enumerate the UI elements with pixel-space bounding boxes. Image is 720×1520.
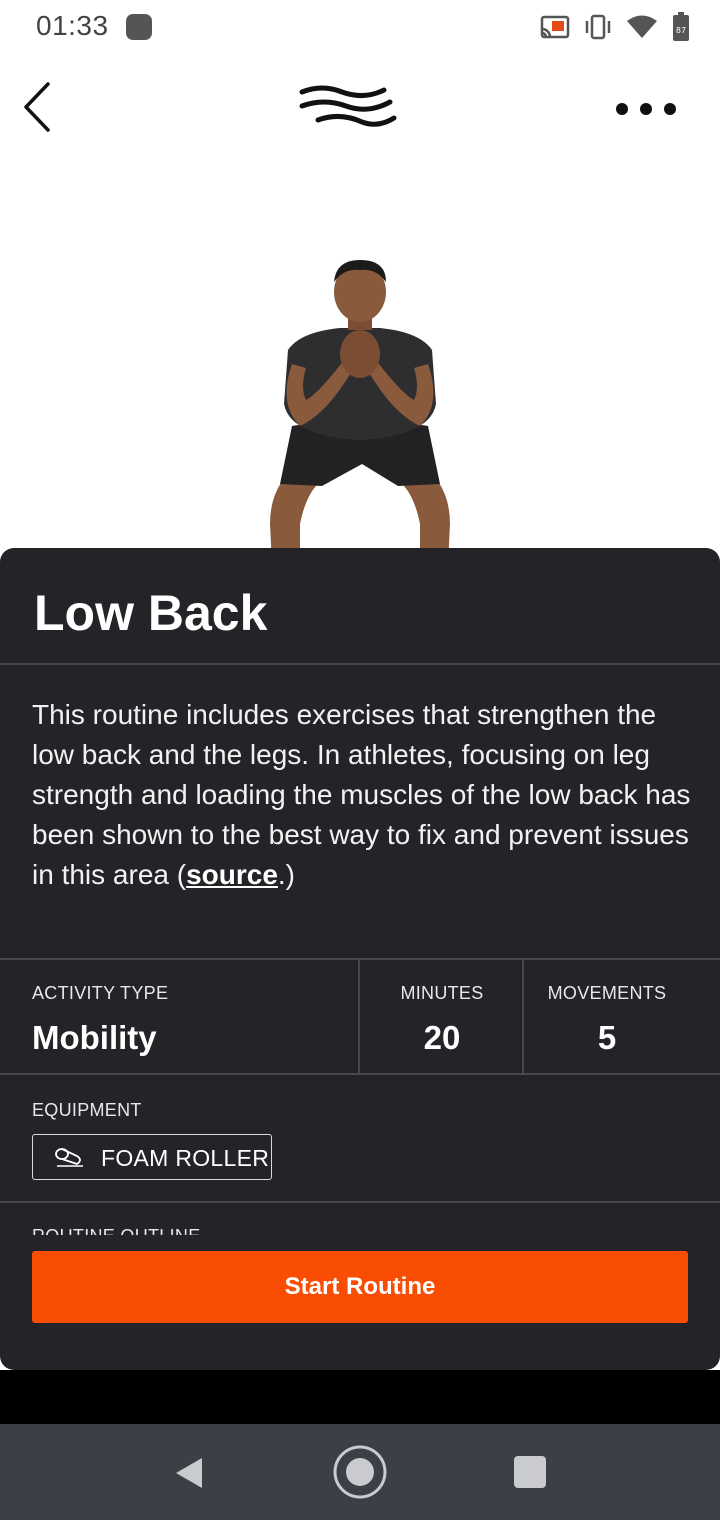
brand-waves-logo	[299, 85, 397, 127]
routine-outline-label: ROUTINE OUTLINE	[32, 1223, 201, 1235]
minutes-value: 20	[423, 1019, 461, 1056]
minutes-stat: MINUTES 20	[360, 959, 524, 1073]
equipment-chip-foam-roller[interactable]: FOAM ROLLER	[32, 1134, 272, 1180]
battery-icon: 87	[673, 12, 689, 41]
system-nav-bar	[0, 1424, 720, 1520]
movements-label: MOVEMENTS	[547, 983, 667, 1003]
status-icons: 87	[540, 12, 690, 42]
movements-stat: MOVEMENTS 5	[525, 959, 689, 1073]
battery-level: 87	[676, 26, 686, 35]
description-text: This routine includes exercises that str…	[32, 699, 691, 890]
description-end: .)	[277, 859, 296, 890]
divider	[0, 663, 720, 665]
activity-type-label: ACTIVITY TYPE	[32, 983, 169, 1003]
wifi-icon	[627, 15, 657, 38]
source-link[interactable]: source	[186, 859, 278, 890]
top-app-bar	[0, 54, 720, 164]
athlete-squat-illustration	[270, 260, 450, 564]
routine-stats: ACTIVITY TYPE Mobility MINUTES 20 MOVEME…	[0, 959, 720, 1073]
nav-recents-icon[interactable]	[514, 1456, 546, 1488]
status-bar: 01:33 87	[0, 0, 720, 54]
equipment-chip-label: FOAM ROLLER	[101, 1145, 270, 1171]
divider	[0, 1073, 720, 1075]
divider	[522, 959, 524, 1073]
routine-title: Low Back	[34, 585, 268, 641]
routine-details-sheet: Low Back This routine includes exercises…	[0, 548, 720, 1370]
nav-back-icon[interactable]	[172, 1456, 206, 1490]
vibrate-icon	[585, 14, 611, 40]
divider	[0, 1201, 720, 1203]
routine-description: This routine includes exercises that str…	[32, 695, 692, 895]
activity-type-value: Mobility	[32, 1019, 157, 1056]
equipment-label: EQUIPMENT	[32, 1100, 142, 1120]
nav-home-icon[interactable]	[332, 1444, 388, 1500]
exercise-preview-image	[0, 164, 720, 564]
start-routine-button[interactable]: Start Routine	[32, 1251, 688, 1323]
notification-icon	[126, 14, 152, 40]
cast-icon	[540, 15, 570, 39]
minutes-label: MINUTES	[400, 983, 484, 1003]
more-options-button[interactable]	[616, 98, 676, 120]
status-time: 01:33	[36, 10, 109, 41]
divider	[358, 959, 360, 1073]
chevron-left-icon[interactable]	[18, 78, 58, 136]
movements-value: 5	[597, 1019, 617, 1056]
bottom-spacer	[0, 1370, 720, 1424]
activity-type-stat: ACTIVITY TYPE Mobility	[32, 959, 352, 1073]
more-horizontal-icon	[616, 103, 628, 115]
foam-roller-icon	[55, 1148, 83, 1167]
